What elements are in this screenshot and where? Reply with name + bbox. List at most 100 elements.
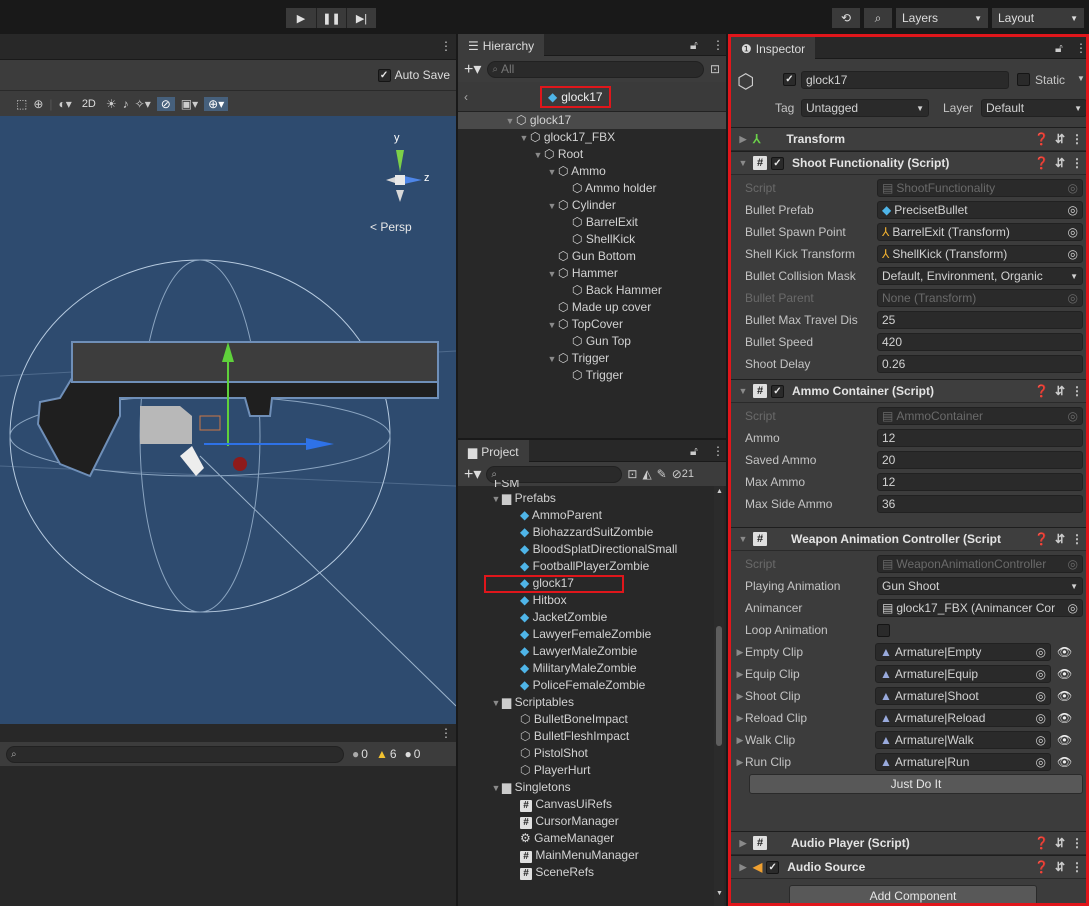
shoot-delay-input[interactable]: 0.26 <box>877 355 1083 373</box>
static-checkbox[interactable] <box>1017 73 1030 86</box>
just-do-it-button[interactable]: Just Do It <box>749 774 1083 794</box>
list-item[interactable]: ⬡ PlayerHurt <box>458 762 714 779</box>
settings-icon[interactable]: ⇵ <box>1055 384 1065 398</box>
list-item[interactable]: ⬡ BulletBoneImpact <box>458 711 714 728</box>
list-item[interactable]: # SceneRefs <box>458 864 714 881</box>
list-item[interactable]: # CursorManager <box>458 813 714 830</box>
tree-item[interactable]: ⬡ BarrelExit <box>458 214 726 231</box>
search-icon[interactable]: ⌕ <box>864 8 892 28</box>
eye-icon[interactable]: 👁︎ <box>1057 755 1072 769</box>
tree-item[interactable]: ▼ ⬡ Cylinder <box>458 197 726 214</box>
filter-type-icon[interactable]: ⊡ <box>627 467 637 481</box>
tree-item[interactable]: ▼ ⬡ Root <box>458 146 726 163</box>
warning-icon[interactable]: ▲ <box>376 747 388 761</box>
more-icon[interactable]: ⋮ <box>440 39 452 53</box>
list-item[interactable]: ◆ MilitaryMaleZombie <box>458 660 714 677</box>
layers-dropdown[interactable]: Layers ▼ <box>896 8 988 28</box>
list-item[interactable]: ◆ Hitbox <box>458 592 714 609</box>
tree-item[interactable]: ▼ ⬡ Hammer <box>458 265 726 282</box>
loop-animation-checkbox[interactable] <box>877 623 890 637</box>
lock-icon[interactable]: 🔓︎ <box>690 38 698 53</box>
eye-icon[interactable]: 👁︎ <box>1057 711 1072 725</box>
ammo-input[interactable]: 12 <box>877 429 1083 447</box>
clip-field[interactable]: ▲ Armature|Empty ◎ <box>875 643 1051 661</box>
settings-icon[interactable]: ⇵ <box>1055 156 1065 170</box>
max-travel-input[interactable]: 25 <box>877 311 1083 329</box>
gizmo-mode-icon[interactable]: ⊕ <box>33 97 43 111</box>
add-component-button[interactable]: Add Component <box>789 885 1037 903</box>
list-item[interactable]: ⬡ PistolShot <box>458 745 714 762</box>
more-icon[interactable]: ⋮ <box>1071 836 1083 850</box>
eye-icon[interactable]: 👁︎ <box>1057 645 1072 659</box>
list-item[interactable]: ⬡ BulletFleshImpact <box>458 728 714 745</box>
help-icon[interactable]: ❓ <box>1034 860 1049 874</box>
list-item[interactable]: # CanvasUiRefs <box>458 796 714 813</box>
playing-animation-dropdown[interactable]: Gun Shoot ▼ <box>877 577 1083 595</box>
tree-item[interactable]: ⬡ Gun Bottom <box>458 248 726 265</box>
tree-item[interactable]: ⬡ Back Hammer <box>458 282 726 299</box>
more-icon[interactable]: ⋮ <box>1075 41 1086 55</box>
list-item[interactable]: ◆ PoliceFemaleZombie <box>458 677 714 694</box>
lock-icon[interactable]: 🔓︎ <box>1055 41 1063 56</box>
settings-icon[interactable]: ⇵ <box>1055 860 1065 874</box>
console-search-input[interactable]: ⌕ <box>6 745 344 763</box>
tree-item[interactable]: ▼ ⬡ TopCover <box>458 316 726 333</box>
tree-item[interactable]: ▼ ⬡ Ammo <box>458 163 726 180</box>
more-icon[interactable]: ⋮ <box>1071 384 1083 398</box>
list-item[interactable]: ▼ ▆ Singletons <box>458 779 714 796</box>
tag-dropdown[interactable]: Untagged ▼ <box>801 99 929 117</box>
list-item[interactable]: ◆ BiohazzardSuitZombie <box>458 524 714 541</box>
scene-visibility-icon[interactable]: ⊡ <box>710 62 720 76</box>
chevron-down-icon[interactable]: ▼ <box>1077 74 1085 83</box>
error-icon[interactable]: ● <box>405 747 412 761</box>
back-arrow-icon[interactable]: ‹ <box>464 90 468 104</box>
tab-inspector[interactable]: ❶ Inspector <box>731 37 816 59</box>
bullet-speed-input[interactable]: 420 <box>877 333 1083 351</box>
step-button[interactable]: ▶| <box>346 8 376 28</box>
hidden-packages-icon[interactable]: ⊘ <box>672 467 682 481</box>
component-enabled-checkbox[interactable]: ✓ <box>771 156 784 170</box>
help-icon[interactable]: ❓ <box>1034 132 1049 146</box>
list-item[interactable]: FSM <box>458 480 714 490</box>
hierarchy-search-input[interactable]: ⌕ All <box>487 60 704 78</box>
eye-icon[interactable]: 👁︎ <box>1057 667 1072 681</box>
component-enabled-checkbox[interactable]: ✓ <box>766 860 780 874</box>
rect-select-icon[interactable]: ⬚ <box>16 97 27 111</box>
filter-label-icon[interactable]: ◭ <box>642 467 651 481</box>
layout-dropdown[interactable]: Layout ▼ <box>992 8 1084 28</box>
settings-icon[interactable]: ⇵ <box>1055 532 1065 546</box>
tree-item[interactable]: ⬡ ShellKick <box>458 231 726 248</box>
tree-item[interactable]: ▼ ⬡ glock17 <box>458 112 726 129</box>
active-checkbox[interactable]: ✓ <box>783 73 796 86</box>
more-icon[interactable]: ⋮ <box>1071 860 1083 874</box>
orientation-gizmo[interactable]: y z <box>364 126 434 216</box>
visibility-icon[interactable]: ⊘ <box>156 96 175 111</box>
info-icon[interactable]: ● <box>352 747 359 761</box>
list-item[interactable]: ◆ LawyerFemaleZombie <box>458 626 714 643</box>
list-item[interactable]: ▼ ▆ Scriptables <box>458 694 714 711</box>
ammo-container-header[interactable]: ▼ # ✓ Ammo Container (Script) ❓ ⇵ ⋮ <box>731 379 1086 403</box>
object-name-field[interactable]: glock17 <box>801 71 1009 89</box>
mode-2d-button[interactable]: 2D <box>78 98 100 110</box>
clip-field[interactable]: ▲ Armature|Walk ◎ <box>875 731 1051 749</box>
clip-field[interactable]: ▲ Armature|Equip ◎ <box>875 665 1051 683</box>
eye-icon[interactable]: 👁︎ <box>1057 733 1072 747</box>
list-item[interactable]: ◆ AmmoParent <box>458 507 714 524</box>
tree-item[interactable]: ⬡ Made up cover <box>458 299 726 316</box>
help-icon[interactable]: ❓ <box>1034 532 1049 546</box>
spawn-point-field[interactable]: ⅄ BarrelExit (Transform) ◎ <box>877 223 1083 241</box>
camera-icon[interactable]: ▣▾ <box>181 97 198 111</box>
more-icon[interactable]: ⋮ <box>712 444 724 458</box>
clip-field[interactable]: ▲ Armature|Run ◎ <box>875 753 1051 771</box>
prefab-breadcrumb[interactable]: ◆ glock17 <box>540 86 611 108</box>
audio-source-header[interactable]: ▶ ◀ ✓ Audio Source ❓ ⇵ ⋮ <box>731 855 1086 879</box>
tree-item[interactable]: ⬡ Gun Top <box>458 333 726 350</box>
list-item[interactable]: ◆ FootballPlayerZombie <box>458 558 714 575</box>
list-item[interactable]: # MainMenuManager <box>458 847 714 864</box>
more-icon[interactable]: ⋮ <box>1071 132 1083 146</box>
effects-icon[interactable]: ✧▾ <box>135 97 151 111</box>
project-scrollbar[interactable]: ▲ ▼ <box>714 486 724 906</box>
tree-item[interactable]: ▼ ⬡ Trigger <box>458 350 726 367</box>
tab-project[interactable]: ▆ Project <box>458 440 529 462</box>
settings-icon[interactable]: ⇵ <box>1055 132 1065 146</box>
